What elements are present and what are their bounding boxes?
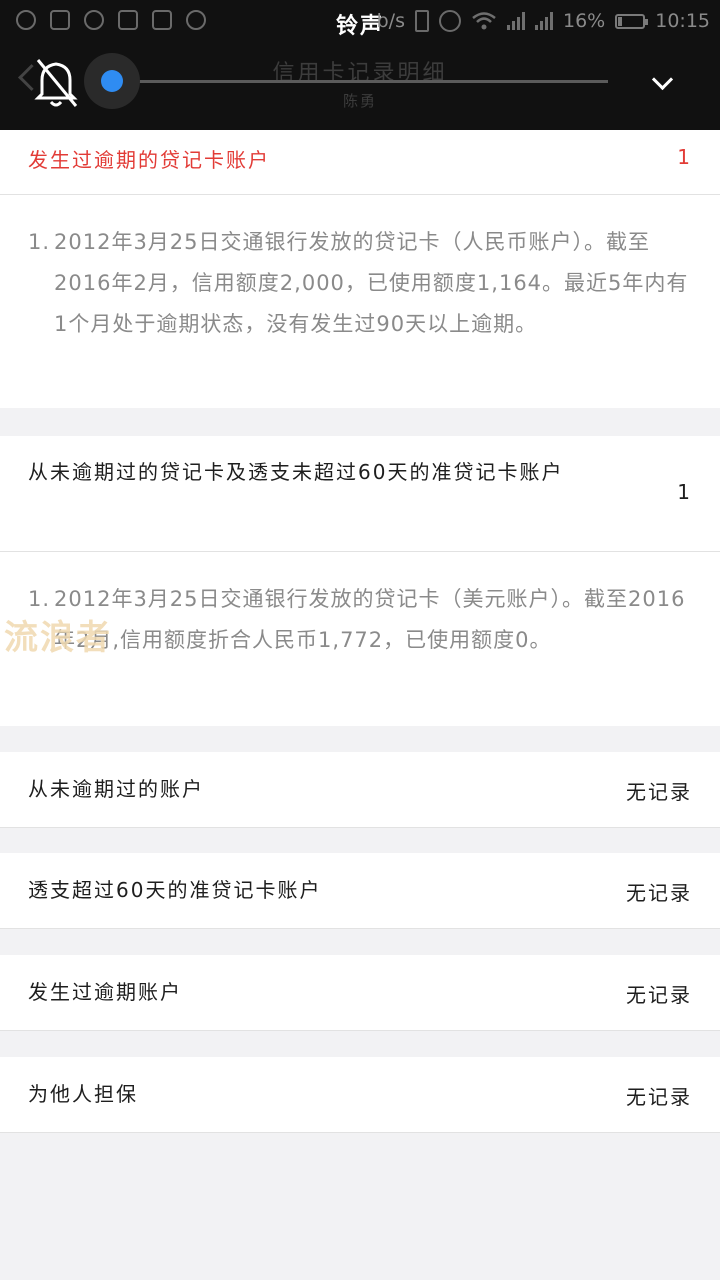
signal-icon-2 [535, 12, 553, 30]
status-bar: 铃声 b/s 16% 10:15 [0, 0, 720, 44]
summary-row-label: 透支超过60天的准贷记卡账户 [28, 878, 322, 902]
summary-row-never-overdue[interactable]: 从未逾期过的账户 无记录 [0, 752, 720, 828]
detail-item: 1. 2012年3月25日交通银行发放的贷记卡（人民币账户）。截至2016年2月… [28, 222, 696, 345]
summary-row-value: 无记录 [626, 1085, 692, 1109]
summary-row-value: 无记录 [626, 983, 692, 1007]
top-bar: 铃声 b/s 16% 10:15 信用卡记录明细 陈勇 [0, 0, 720, 130]
bell-muted-icon[interactable] [28, 54, 84, 110]
never-overdue-credit-card-label: 从未逾期过的贷记卡及透支未超过60天的准贷记卡账户 [28, 460, 564, 484]
never-overdue-credit-card-header[interactable]: 从未逾期过的贷记卡及透支未超过60天的准贷记卡账户 1 [0, 436, 720, 552]
summary-row-label: 为他人担保 [28, 1082, 138, 1106]
overdue-credit-card-label: 发生过逾期的贷记卡账户 [28, 148, 270, 172]
battery-icon [615, 13, 649, 29]
summary-row-value: 无记录 [626, 780, 692, 804]
watermark: 流浪者 [4, 618, 112, 658]
detail-item-text: 2012年3月25日交通银行发放的贷记卡（人民币账户）。截至2016年2月，信用… [54, 230, 689, 336]
summary-row-label: 发生过逾期账户 [28, 980, 182, 1004]
vibrate-icon [415, 10, 429, 32]
overdue-credit-card-count: 1 [677, 145, 692, 169]
summary-row-overdraft-60[interactable]: 透支超过60天的准贷记卡账户 无记录 [0, 853, 720, 929]
summary-row-label: 从未逾期过的账户 [28, 777, 204, 801]
overdue-credit-card-header[interactable]: 发生过逾期的贷记卡账户 1 [0, 130, 720, 195]
detail-item-number: 1. [28, 230, 51, 254]
volume-slider-track[interactable] [112, 80, 608, 83]
clock: 10:15 [655, 10, 710, 32]
battery-percent: 16% [563, 10, 606, 32]
signal-icon-1 [507, 12, 525, 30]
detail-item-text: 2012年3月25日交通银行发放的贷记卡（美元账户）。截至2016年2月,信用额… [54, 587, 686, 652]
summary-row-overdue-accounts[interactable]: 发生过逾期账户 无记录 [0, 955, 720, 1031]
status-right: b/s 16% 10:15 [377, 6, 710, 36]
summary-row-value: 无记录 [626, 881, 692, 905]
overdue-credit-card-detail: 1. 2012年3月25日交通银行发放的贷记卡（人民币账户）。截至2016年2月… [0, 195, 720, 408]
volume-slider-thumb[interactable] [101, 70, 123, 92]
never-overdue-credit-card-count: 1 [677, 480, 692, 504]
alarm-icon [439, 10, 461, 32]
summary-row-guarantee[interactable]: 为他人担保 无记录 [0, 1057, 720, 1133]
detail-item: 1. 2012年3月25日交通银行发放的贷记卡（美元账户）。截至2016年2月,… [28, 579, 696, 661]
network-speed: b/s [376, 10, 405, 32]
wifi-icon [472, 12, 496, 30]
